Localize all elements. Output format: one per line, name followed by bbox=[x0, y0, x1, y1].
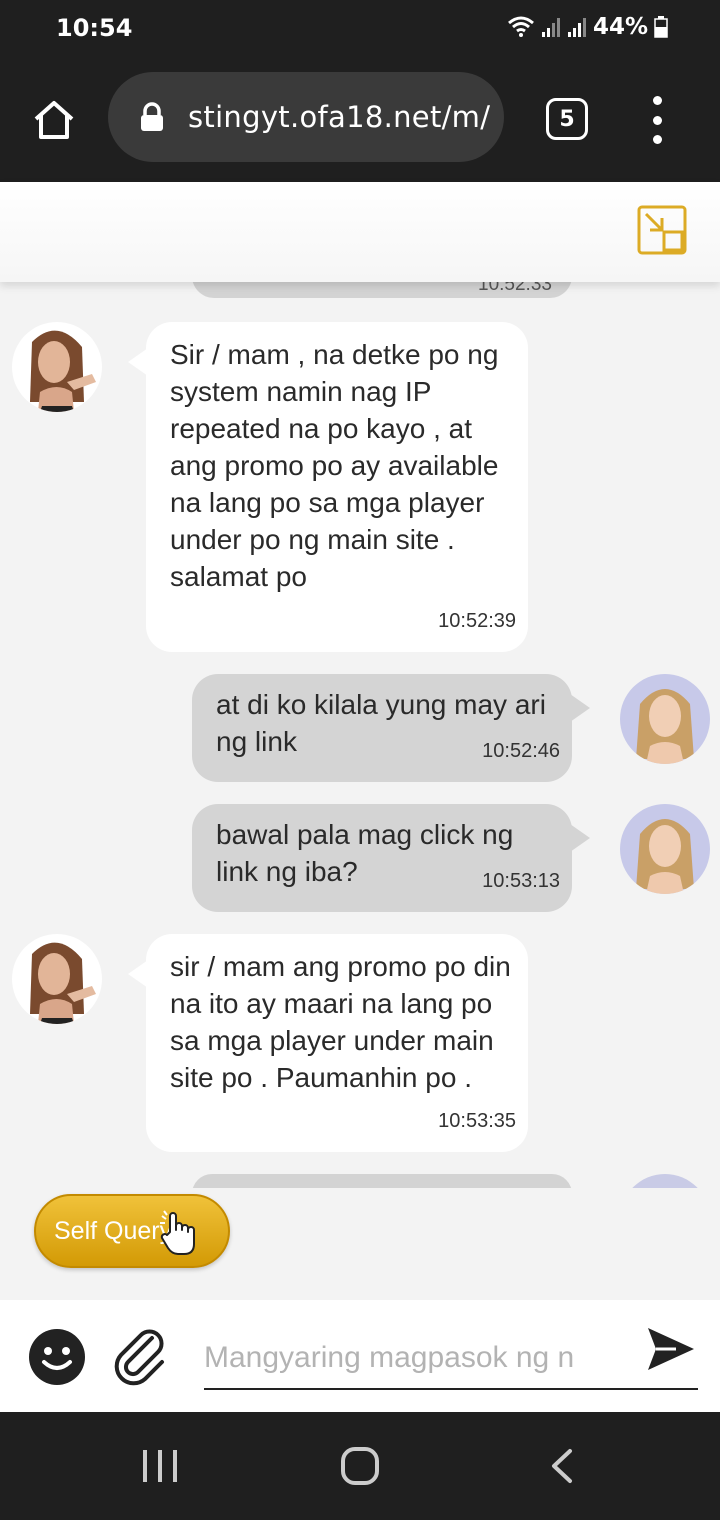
dot bbox=[652, 96, 662, 105]
user-message-bubble: at di ko kilala yung may ari ng link 10:… bbox=[192, 674, 590, 782]
address-bar[interactable]: stingyt.ofa18.net/m/ bbox=[108, 72, 504, 162]
battery-percent: 44% bbox=[592, 14, 648, 40]
status-bar: 10:54 44% bbox=[0, 0, 720, 58]
home-icon bbox=[34, 101, 74, 139]
signal-icon-1 bbox=[541, 18, 560, 37]
back-icon[interactable] bbox=[548, 1448, 576, 1484]
battery-icon bbox=[654, 16, 668, 38]
message-composer bbox=[0, 1300, 720, 1412]
user-message-bubble: bawal pala mag click ng link ng iba? 10:… bbox=[192, 804, 590, 912]
system-navigation-bar bbox=[0, 1412, 720, 1520]
status-time: 10:54 bbox=[56, 14, 133, 42]
home-nav-icon[interactable] bbox=[340, 1446, 380, 1486]
chat-header bbox=[0, 182, 720, 282]
signal-icon-2 bbox=[567, 18, 586, 37]
smiley-icon[interactable] bbox=[28, 1328, 86, 1386]
dot bbox=[652, 135, 662, 144]
message-time: 10:53:13 bbox=[482, 870, 560, 892]
browser-menu-button[interactable] bbox=[640, 96, 674, 144]
agent-message-bubble: Sir / mam , na detke po ng system namin … bbox=[128, 322, 528, 652]
message-time: 10:52:33 bbox=[478, 282, 552, 295]
tab-switcher-button[interactable]: 5 bbox=[546, 98, 588, 140]
lock-icon bbox=[141, 102, 163, 131]
self-query-label: Self Query bbox=[54, 1216, 173, 1245]
pointing-hand-icon bbox=[160, 1210, 195, 1255]
message-text: Sir / mam , na detke po ng system namin … bbox=[170, 339, 499, 592]
next-message-bubble bbox=[192, 1174, 572, 1188]
message-time: 10:52:46 bbox=[482, 740, 560, 762]
paperclip-icon[interactable] bbox=[112, 1324, 168, 1386]
chat-messages[interactable]: 10:52:33 Sir / mam , na detke po ng syst… bbox=[0, 282, 720, 1188]
message-time: 10:52:39 bbox=[438, 610, 516, 632]
user-avatar bbox=[620, 1174, 710, 1188]
wifi-icon bbox=[507, 16, 534, 37]
url-text: stingyt.ofa18.net/m/ bbox=[188, 100, 491, 134]
dot bbox=[652, 115, 662, 125]
browser-toolbar: stingyt.ofa18.net/m/ 5 bbox=[0, 58, 720, 182]
input-underline bbox=[204, 1388, 698, 1390]
agent-avatar bbox=[12, 322, 102, 412]
status-icons: 44% bbox=[507, 14, 668, 40]
user-avatar bbox=[620, 674, 710, 764]
send-icon[interactable] bbox=[646, 1326, 696, 1372]
minimize-window-icon[interactable] bbox=[636, 204, 688, 256]
agent-message-bubble: sir / mam ang promo po din na ito ay maa… bbox=[128, 934, 528, 1152]
browser-home-button[interactable] bbox=[28, 94, 80, 146]
message-text: sir / mam ang promo po din na ito ay maa… bbox=[170, 951, 511, 1093]
recent-apps-icon[interactable] bbox=[140, 1448, 180, 1484]
agent-avatar bbox=[12, 934, 102, 1024]
user-avatar bbox=[620, 804, 710, 894]
message-time: 10:53:35 bbox=[438, 1110, 516, 1132]
message-input[interactable] bbox=[204, 1326, 628, 1390]
